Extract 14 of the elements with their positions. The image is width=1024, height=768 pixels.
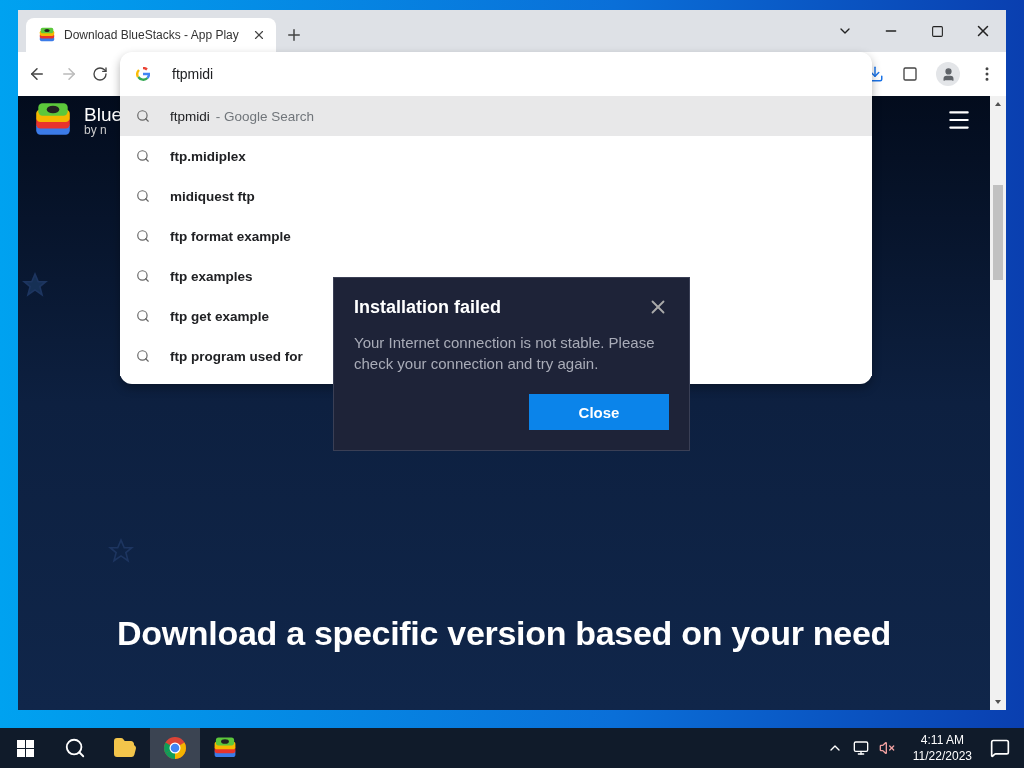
tab-title: Download BlueStacks - App Play	[64, 28, 240, 42]
suggestion-text: ftp.midiplex	[170, 148, 246, 164]
suggestion-text: ftp examples	[170, 268, 253, 284]
dialog-message: Your Internet connection is not stable. Please check your connection and try again.	[354, 333, 656, 374]
headline: Download a specific version based on your need	[115, 614, 893, 653]
suggestion-text: ftp format example	[170, 228, 291, 244]
suggestion-text: midiquest ftp	[170, 188, 255, 204]
suggestion-suffix: - Google Search	[215, 108, 315, 124]
logo-subtext: by n	[84, 123, 108, 136]
suggestion-text: ftp get example	[170, 308, 270, 324]
suggestion-text: ftpmidi	[170, 108, 210, 124]
dialog-title: Installation failed	[354, 296, 502, 318]
suggestion-text: ftp program used for	[170, 348, 303, 364]
logo-text: Blue	[84, 104, 123, 124]
